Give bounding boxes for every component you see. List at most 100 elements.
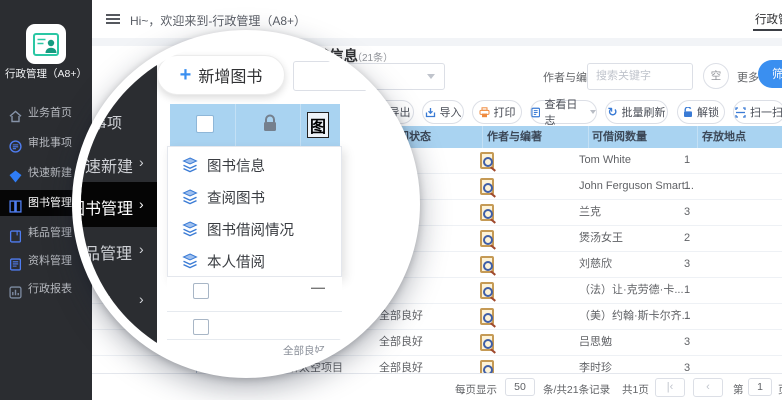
keyword-search-input[interactable]: 搜索关键字: [587, 63, 693, 90]
chevron-right-icon: ›: [139, 291, 144, 307]
borrow-status-icon[interactable]: [480, 308, 494, 325]
author-cell: Tom White: [579, 148, 631, 173]
magnified-header-char: 图: [307, 112, 329, 138]
quantity-cell: 3: [684, 330, 690, 355]
submenu-item-book-info[interactable]: 图书信息: [168, 149, 341, 181]
sidebar-item-home[interactable]: 业务首页: [0, 100, 92, 126]
magnified-table-header: 图: [170, 104, 340, 146]
sidebar-item-label: 业务首页: [28, 100, 72, 126]
approval-icon: [9, 137, 22, 150]
hamburger-menu-icon[interactable]: [106, 14, 120, 24]
submenu-item-label: 图书信息: [207, 155, 265, 176]
magnified-sidebar-item[interactable]: 品管理: [84, 240, 132, 264]
author-cell: 兰克: [579, 200, 601, 225]
submenu-item-borrow-status[interactable]: 图书借阅情况: [168, 213, 341, 245]
import-icon: [425, 107, 436, 118]
layers-icon: [182, 157, 198, 173]
chevron-down-icon: [427, 74, 435, 79]
per-page-input[interactable]: 50: [505, 378, 535, 396]
submenu-item-browse-books[interactable]: 查阅图书: [168, 181, 341, 213]
submenu-item-label: 本人借阅: [207, 251, 265, 272]
log-icon: [531, 107, 540, 118]
borrow-status-icon[interactable]: [480, 178, 494, 195]
scan-button[interactable]: 扫一扫: [733, 100, 782, 124]
magnified-sidebar-item[interactable]: 理: [95, 290, 111, 314]
magnified-status-fragment: 全部良好: [283, 343, 325, 358]
app-title: 行政管理（A8+）: [0, 66, 92, 81]
submenu-item-label: 图书借阅情况: [207, 219, 294, 240]
notebook-icon: [9, 227, 22, 240]
add-book-button[interactable]: + 新增图书: [157, 55, 285, 95]
magnified-row-checkbox[interactable]: [193, 283, 209, 299]
sidebar-item-reports[interactable]: 行政报表: [0, 276, 92, 302]
magnified-table-rows: — 全部良好: [167, 277, 342, 369]
books-submenu: 图书信息 查阅图书 图书借阅情况 本人借阅: [167, 146, 342, 277]
printer-icon: [479, 107, 490, 118]
button-label: 导入: [440, 104, 462, 120]
borrow-status-icon[interactable]: [480, 360, 494, 373]
author-cell: （美）约翰·斯卡尔齐...: [579, 304, 691, 329]
page-number-input[interactable]: 1: [748, 378, 772, 396]
magnified-select-fragment: [293, 61, 420, 91]
more-filters-button[interactable]: 更多: [737, 69, 759, 85]
magnified-row-checkbox[interactable]: [193, 319, 209, 335]
sidebar-item-label: 资料管理: [28, 248, 72, 274]
magnified-sidebar-item[interactable]: 速新建: [85, 153, 133, 177]
app-logo-icon: [26, 24, 66, 64]
borrow-status-icon[interactable]: [480, 256, 494, 273]
empty-filter-button[interactable]: 空: [703, 63, 729, 89]
tab-admin[interactable]: 行政管理: [755, 11, 782, 27]
sidebar-item-label: 快速新建: [28, 160, 72, 186]
button-label: 查看日志: [544, 96, 586, 128]
records-count-label: 条/共21条记录: [543, 382, 610, 397]
sidebar-item-approvals[interactable]: 审批事项: [0, 130, 92, 156]
app-window: 行政管理（A8+） 业务首页 审批事项 快速新建 图书管理 耗品管理 资料管理 …: [0, 0, 782, 400]
import-button[interactable]: 导入: [422, 100, 464, 124]
plus-icon: +: [180, 65, 192, 85]
sidebar-item-label: 审批事项: [28, 130, 72, 156]
magnifier-content: 事项 速新建 › 图书管理 › 品管理 › 理 › + 新增图书 图: [81, 39, 411, 369]
chevron-down-icon: [590, 110, 596, 114]
magnified-sidebar-item-label: 图书管理: [72, 195, 133, 219]
magnified-sidebar-item-active[interactable]: 图书管理 ›: [81, 182, 157, 227]
filter-button[interactable]: 筛选: [758, 60, 782, 88]
scan-icon: [735, 107, 746, 118]
borrow-status-icon[interactable]: [480, 230, 494, 247]
page-prefix-label: 第: [733, 382, 744, 397]
sidebar-item-label: 行政报表: [28, 276, 72, 302]
quantity-cell: 1: [684, 174, 690, 199]
magnified-select-all-checkbox[interactable]: [196, 115, 214, 133]
diamond-icon: [9, 167, 22, 180]
author-cell: 刘慈欣: [579, 252, 612, 277]
author-cell: John Ferguson Smart...: [579, 174, 694, 199]
home-icon: [9, 107, 22, 120]
borrow-status-icon[interactable]: [480, 204, 494, 221]
view-log-button[interactable]: 查看日志: [530, 100, 597, 124]
quantity-cell: 1: [684, 148, 690, 173]
first-page-button[interactable]: |‹: [655, 378, 685, 397]
total-pages-label: 共1页: [622, 382, 649, 397]
quantity-cell: 3: [684, 200, 690, 225]
borrow-status-icon[interactable]: [480, 334, 494, 351]
author-cell: （法）让·克劳德·卡...: [579, 278, 684, 303]
add-book-label: 新增图书: [198, 63, 262, 87]
borrow-status-icon[interactable]: [480, 282, 494, 299]
button-label: 扫一扫: [750, 104, 782, 120]
chevron-right-icon: ›: [139, 154, 144, 170]
quantity-cell: 1: [684, 304, 690, 329]
per-page-label: 每页显示: [455, 382, 497, 397]
print-button[interactable]: 打印: [472, 100, 522, 124]
borrow-status-icon[interactable]: [480, 152, 494, 169]
sidebar-item-label: 图书管理: [28, 190, 72, 216]
submenu-item-my-borrows[interactable]: 本人借阅: [168, 245, 341, 277]
chart-icon: [9, 283, 22, 296]
magnified-sidebar-item[interactable]: 事项: [92, 112, 122, 133]
chevron-right-icon: ›: [139, 241, 144, 257]
prev-page-button[interactable]: ‹: [693, 378, 723, 397]
lock-icon: [262, 114, 278, 133]
batch-refresh-button[interactable]: ↻ 批量刷新: [605, 100, 668, 124]
unlock-button[interactable]: 解锁: [677, 100, 725, 124]
author-cell: 吕思勉: [579, 330, 612, 355]
page-suffix-label: 页: [778, 382, 782, 397]
layers-icon: [182, 189, 198, 205]
